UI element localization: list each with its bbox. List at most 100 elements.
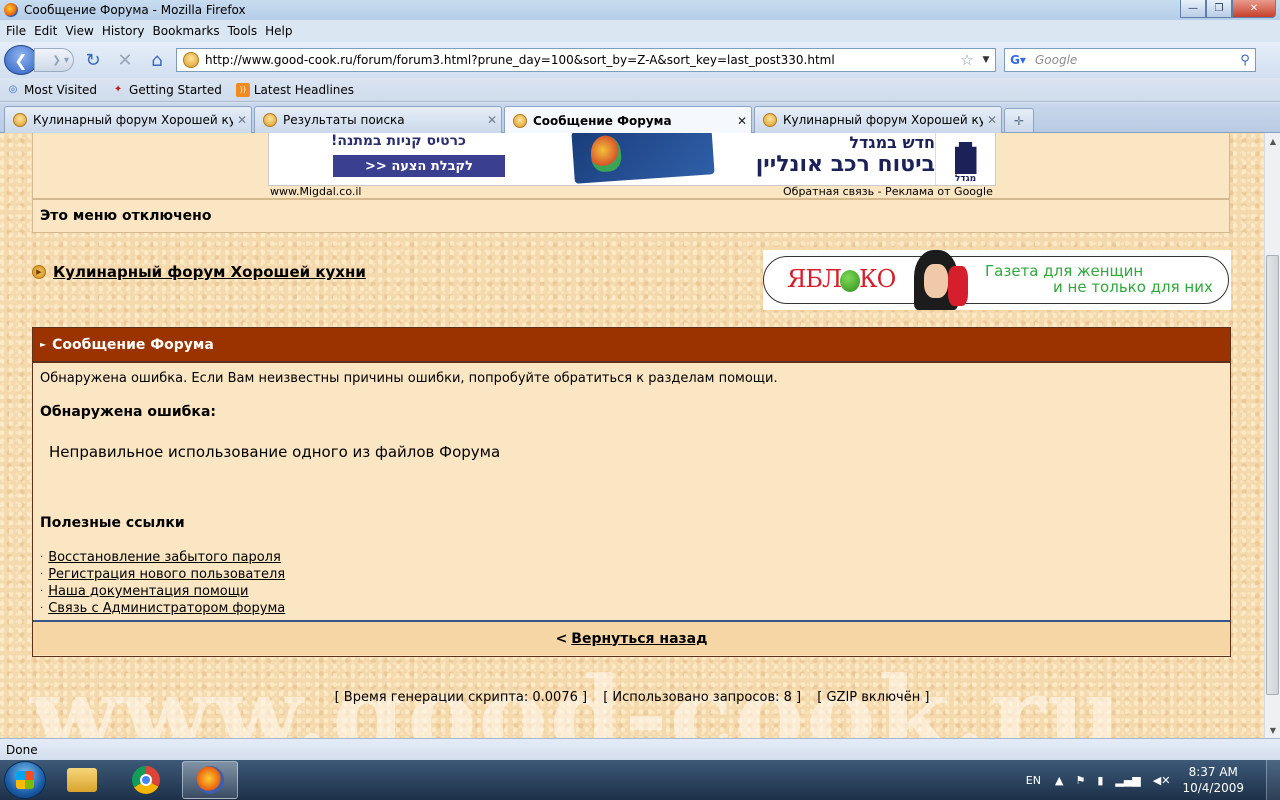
power-icon[interactable]: ▮ (1097, 774, 1103, 787)
bullet-dot-icon: · (40, 603, 44, 614)
link-contact-admin[interactable]: Связь с Администратором форума (48, 601, 285, 616)
tab-close-icon[interactable]: ✕ (233, 113, 251, 127)
tab-label: Кулинарный форум Хорошей кух... (33, 113, 233, 127)
folder-icon (67, 768, 97, 792)
close-window-button[interactable]: ✕ (1232, 0, 1276, 18)
url-text[interactable]: http://www.good-cook.ru/forum/forum3.htm… (205, 53, 957, 67)
arrow-right-icon: ❯ ▾ (52, 54, 69, 66)
scroll-down-icon[interactable]: ▼ (1265, 722, 1280, 738)
action-center-flag-icon[interactable]: ⚑ (1075, 774, 1085, 787)
list-item: · Связь с Администратором форума (40, 600, 285, 617)
status-text: Done (6, 742, 38, 757)
message-header: ► Сообщение Форума (33, 328, 1230, 363)
search-icon[interactable]: ⚲ (1235, 53, 1255, 68)
yabloko-ad-banner[interactable]: ЯБЛ КО Газета для женщин и не только для … (763, 250, 1231, 310)
link-recover-password[interactable]: Восстановление забытого пароля (48, 550, 281, 565)
ad-card-image (571, 133, 715, 184)
migdal-logo: מגדל (935, 133, 995, 185)
arrow-left-icon: ❮ (14, 50, 28, 70)
maximize-button[interactable]: ❐ (1206, 0, 1232, 18)
link-help-docs[interactable]: Наша документация помощи (48, 584, 248, 599)
search-bar[interactable]: G▾ Google ⚲ (1004, 48, 1256, 72)
apple-icon (840, 269, 861, 292)
tab-close-icon[interactable]: ✕ (483, 113, 501, 127)
taskbar-chrome[interactable] (118, 761, 174, 799)
tab-forum-message[interactable]: Сообщение Форума ✕ (504, 106, 752, 134)
forum-message-box: ► Сообщение Форума Обнаружена ошибка. Ес… (32, 327, 1231, 657)
chrome-center (140, 774, 152, 786)
error-title: Обнаружена ошибка: (40, 404, 216, 420)
tower-icon (954, 142, 977, 174)
go-back-link[interactable]: Вернуться назад (571, 631, 707, 647)
tab-close-icon[interactable]: ✕ (733, 114, 751, 128)
forward-button[interactable]: ❯ ▾ (34, 48, 74, 72)
list-item: · Регистрация нового пользователя (40, 566, 285, 583)
bookmark-most-visited[interactable]: ◎ Most Visited (6, 83, 97, 97)
home-icon: ⌂ (151, 49, 163, 71)
window-controls: — ❐ ✕ (1180, 0, 1276, 18)
menu-tools[interactable]: Tools (224, 24, 262, 38)
taskbar-firefox[interactable] (182, 761, 238, 799)
address-bar[interactable]: http://www.good-cook.ru/forum/forum3.htm… (176, 48, 996, 72)
tree-icon (589, 134, 623, 173)
menu-file[interactable]: File (2, 24, 30, 38)
stop-button[interactable]: ✕ (112, 47, 138, 73)
minimize-button[interactable]: — (1180, 0, 1206, 18)
scrollbar-thumb[interactable] (1266, 255, 1279, 695)
new-tab-button[interactable]: ✛ (1004, 108, 1034, 132)
message-footer: < Вернуться назад (33, 622, 1230, 655)
menu-history[interactable]: History (98, 24, 149, 38)
tray-expand-icon[interactable]: ▲ (1055, 774, 1063, 787)
menu-bookmarks[interactable]: Bookmarks (149, 24, 224, 38)
menu-view[interactable]: View (61, 24, 97, 38)
reload-button[interactable]: ↻ (80, 47, 106, 73)
migdal-ad-banner[interactable]: כרטיס קניות במתנה! לקבלת הצעה << חדש במג… (268, 133, 996, 186)
url-dropdown-icon[interactable]: ▼ (977, 55, 995, 65)
menu-edit[interactable]: Edit (30, 24, 61, 38)
bookmark-label: Latest Headlines (253, 82, 355, 97)
start-button[interactable] (4, 761, 46, 799)
windows-logo-icon (16, 771, 34, 789)
ad-source-link[interactable]: www.Migdal.co.il (270, 185, 361, 198)
ad-feedback-link[interactable]: Обратная связь - Реклама от Google (783, 185, 993, 198)
gzip-status: [ GZIP включён ] (817, 690, 930, 705)
firefox-taskbar-icon (196, 766, 224, 794)
volume-muted-icon[interactable]: ◀✕ (1153, 774, 1171, 787)
arrow-bullet-icon: ▶ (32, 265, 46, 279)
vertical-scrollbar[interactable]: ▲ ▼ (1264, 133, 1280, 738)
scroll-up-icon[interactable]: ▲ (1265, 133, 1280, 149)
show-desktop-button[interactable] (1266, 760, 1280, 800)
link-register-user[interactable]: Регистрация нового пользователя (48, 567, 285, 582)
bookmark-star-icon[interactable]: ☆ (957, 51, 977, 69)
glove-shape (948, 266, 968, 306)
network-signal-icon[interactable]: ▂▄▆ (1115, 774, 1140, 787)
bookmark-latest-headlines[interactable]: )) Latest Headlines (235, 82, 355, 97)
taskbar-explorer[interactable] (54, 761, 110, 799)
tab-favicon-icon (13, 113, 27, 127)
ad-tagline: כרטיס קניות במתנה! (331, 133, 466, 149)
forum-breadcrumb: ▶ Кулинарный форум Хорошей кухни (32, 263, 366, 281)
language-indicator[interactable]: EN (1026, 774, 1041, 787)
bookmark-getting-started[interactable]: ✦ Getting Started (111, 83, 222, 97)
list-item: · Восстановление забытого пароля (40, 549, 285, 566)
yabloko-logo: ЯБЛ КО (787, 265, 896, 293)
tab-favicon-icon (763, 113, 777, 127)
google-engine-icon[interactable]: G▾ (1007, 52, 1029, 68)
tab-search-results[interactable]: Результаты поиска ✕ (254, 106, 502, 133)
useful-links-list: · Восстановление забытого пароля · Регистр… (40, 549, 285, 617)
forum-home-link[interactable]: Кулинарный форум Хорошей кухни (53, 263, 366, 281)
back-button[interactable]: ❮ (4, 45, 38, 75)
ad-offer-button[interactable]: לקבלת הצעה << (333, 155, 505, 177)
tab-label: Сообщение Форума (533, 113, 672, 128)
clock[interactable]: 8:37 AM 10/4/2009 (1182, 764, 1244, 796)
home-button[interactable]: ⌂ (144, 47, 170, 73)
ad-headline-line2: ביטוח רכב אונליין (755, 152, 935, 177)
page-content: כרטיס קניות במתנה! לקבלת הצעה << חדש במג… (0, 133, 1264, 738)
tab-close-icon[interactable]: ✕ (983, 113, 1001, 127)
menu-help[interactable]: Help (261, 24, 296, 38)
migdal-logo-text: מגדל (954, 174, 977, 184)
tab-forum-2[interactable]: Кулинарный форум Хорошей кух... ✕ (754, 106, 1002, 133)
tab-forum-1[interactable]: Кулинарный форум Хорошей кух... ✕ (4, 106, 252, 133)
search-input[interactable]: Google (1029, 53, 1235, 67)
list-item: · Наша документация помощи (40, 583, 285, 600)
